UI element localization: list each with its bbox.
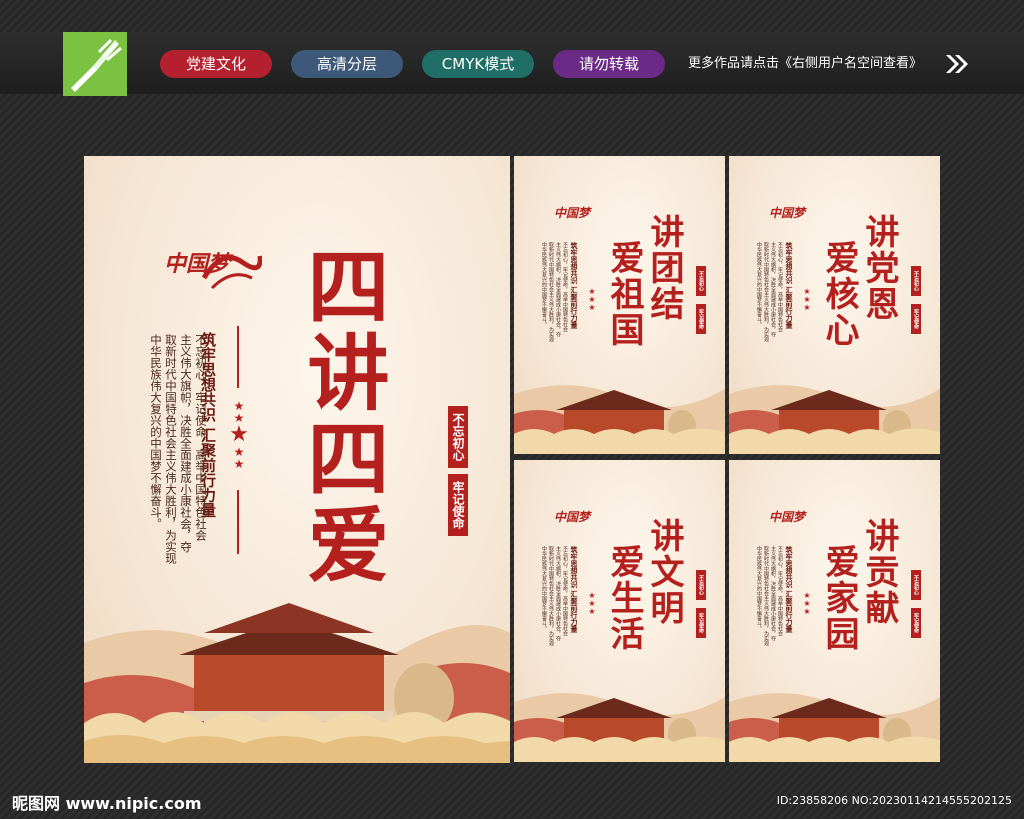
tag-party-culture[interactable]: 党建文化 [160,50,272,78]
title-line-1: 讲文明 [644,518,684,626]
title-line-2: 爱家园 [819,544,859,652]
seal-stamp-1: 不忘初心 [448,406,468,468]
star-icons: ★ ★ ★ ★ ★ [229,399,249,471]
tag-cmyk-mode[interactable]: CMYK模式 [422,50,534,78]
site-watermark: 昵图网 www.nipic.com [12,794,202,813]
body-text: 不忘初心，牢记使命，高举中国特色社会 主义伟大旗帜，决胜全面建成小康社会，夺 取… [756,546,783,646]
main-title: 四讲四爱 [293,244,389,588]
poster-party-core: 中国梦 筑牢思想共识 汇聚前行力量 不忘初心，牢记使命，高举中国特色社会 主义伟… [729,156,940,454]
subtitle: 筑牢思想共识 汇聚前行力量 [785,242,794,329]
palace-clouds-illustration [729,693,940,762]
title-line-2: 爱核心 [819,240,859,348]
seal-stamp-1: 不忘初心 [911,266,921,296]
star-icons: ★ ★ ★ [588,287,596,312]
seal-stamp-2: 牢记使命 [911,608,921,638]
title-line-1: 讲贡献 [859,518,899,626]
calligraphy-logo: 中国梦 [554,206,591,220]
palace-clouds-illustration [514,693,725,762]
seal-stamp-2: 牢记使命 [696,608,706,638]
star-icons: ★ ★ ★ [803,287,811,312]
body-text: 不忘初心，牢记使命，高举中国特色社会 主义伟大旗帜，决胜全面建成小康社会，夺 取… [149,334,208,564]
title-line-2: 爱生活 [604,544,644,652]
pen-logo-icon [63,32,127,96]
star-icons: ★ ★ ★ [588,591,596,616]
divider-line-top [237,326,239,388]
palace-clouds-illustration [729,385,940,454]
calligraphy-logo: 中国梦 [769,510,806,524]
palace-clouds-illustration [514,385,725,454]
star-icons: ★ ★ ★ [803,591,811,616]
seal-stamp-1: 不忘初心 [696,266,706,296]
seal-stamp-1: 不忘初心 [911,570,921,600]
main-poster: 中国梦 筑牢思想共识 汇聚前行力量 不忘初心，牢记使命，高举中国特色社会 主义伟… [84,156,510,763]
image-id-text: ID:23858206 NO:20230114214555202125 [776,794,1012,807]
subtitle: 筑牢思想共识 汇聚前行力量 [570,242,579,329]
seal-stamp-1: 不忘初心 [696,570,706,600]
title-line-1: 讲党恩 [859,214,899,322]
divider-line-bottom [237,490,239,554]
poster-contribution-home: 中国梦 筑牢思想共识 汇聚前行力量 不忘初心，牢记使命，高举中国特色社会 主义伟… [729,460,940,762]
tag-hd-layers[interactable]: 高清分层 [291,50,403,78]
subtitle: 筑牢思想共识 汇聚前行力量 [785,546,794,633]
more-works-notice[interactable]: 更多作品请点击《右侧用户名空间查看》 [688,52,922,76]
title-line-2: 爱祖国 [604,240,644,348]
body-text: 不忘初心，牢记使命，高举中国特色社会 主义伟大旗帜，决胜全面建成小康社会，夺 取… [541,546,568,646]
seal-stamp-2: 牢记使命 [696,304,706,334]
tag-no-repost[interactable]: 请勿转载 [553,50,665,78]
body-text: 不忘初心，牢记使命，高举中国特色社会 主义伟大旗帜，决胜全面建成小康社会，夺 取… [756,242,783,342]
calligraphy-logo: 中国梦 [769,206,806,220]
palace-clouds-illustration [84,603,510,763]
ribbon-swirl-icon [202,255,262,290]
seal-stamp-2: 牢记使命 [448,474,468,536]
calligraphy-logo: 中国梦 [554,510,591,524]
body-text: 不忘初心，牢记使命，高举中国特色社会 主义伟大旗帜，决胜全面建成小康社会，夺 取… [541,242,568,342]
poster-civility-life: 中国梦 筑牢思想共识 汇聚前行力量 不忘初心，牢记使命，高举中国特色社会 主义伟… [514,460,725,762]
title-line-1: 讲团结 [644,214,684,322]
subtitle: 筑牢思想共识 汇聚前行力量 [570,546,579,633]
seal-stamp-2: 牢记使命 [911,304,921,334]
poster-unity-motherland: 中国梦 筑牢思想共识 汇聚前行力量 不忘初心，牢记使命，高举中国特色社会 主义伟… [514,156,725,454]
double-chevron-right-icon[interactable] [944,52,970,76]
